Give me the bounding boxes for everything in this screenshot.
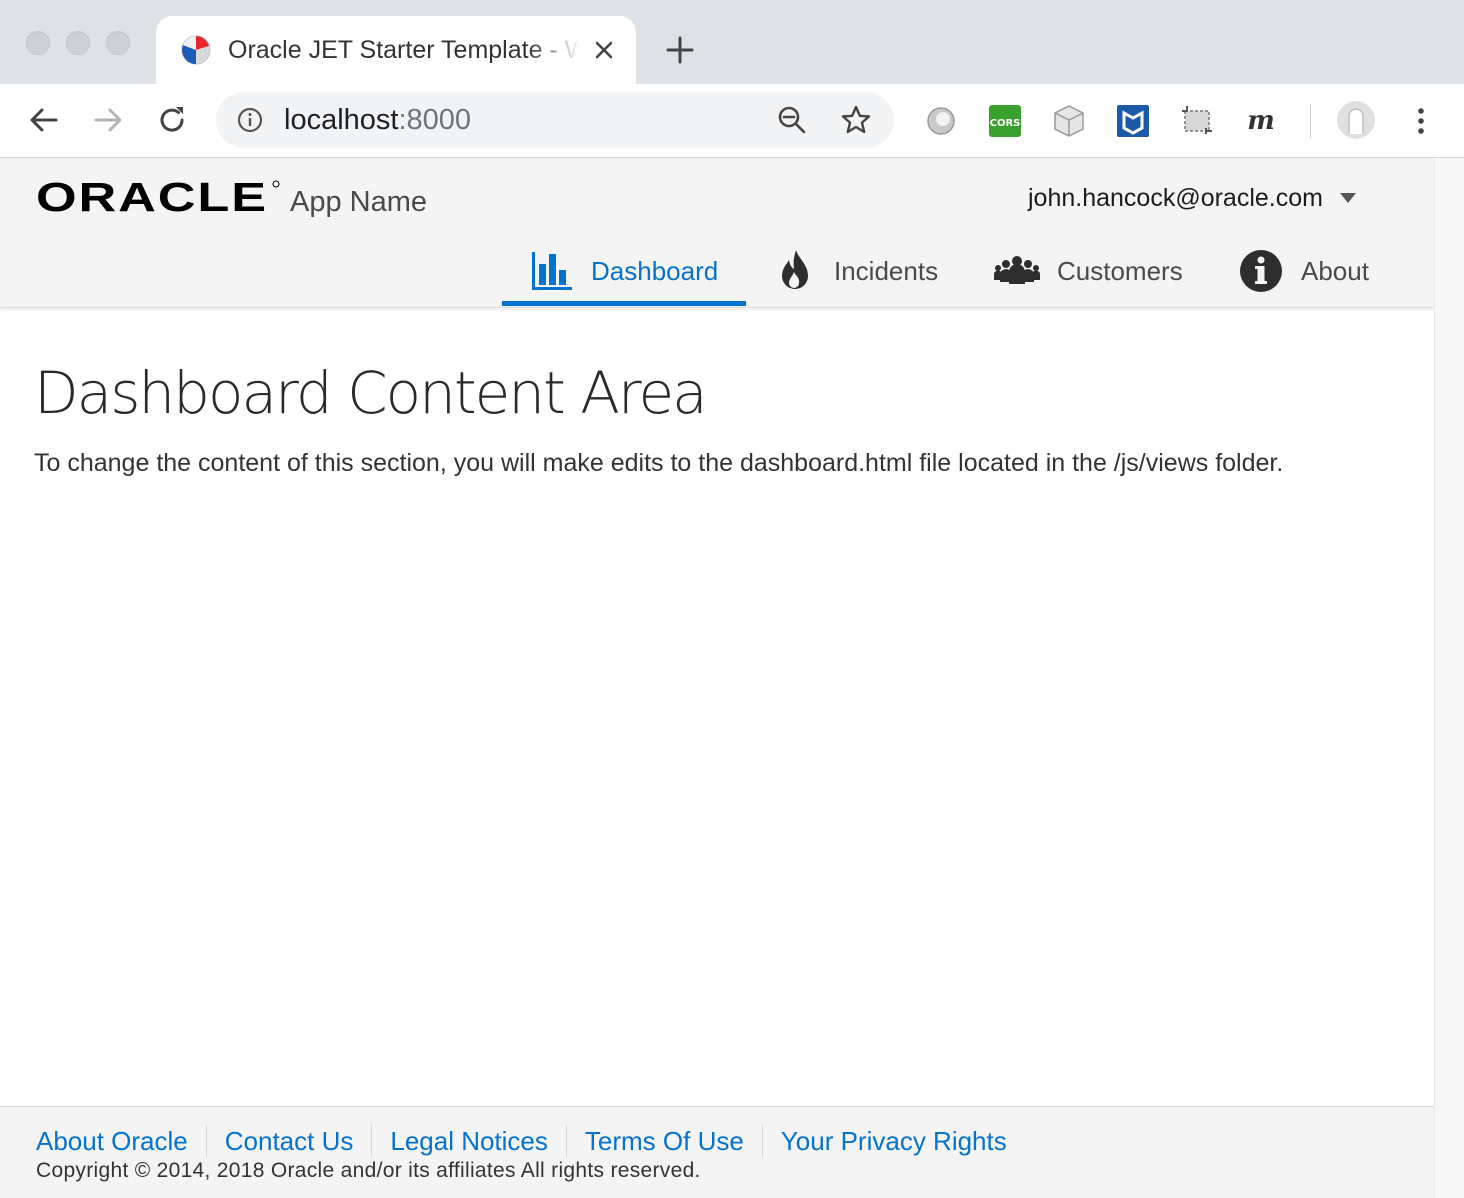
- footer-link-terms-of-use[interactable]: Terms Of Use: [565, 1125, 762, 1157]
- browser-tab-strip: Oracle JET Starter Template - Web Nav Ba…: [0, 0, 1464, 84]
- chevron-down-icon: [1339, 193, 1356, 203]
- app-header: ORACLE App Name john.hancock@oracle.com …: [0, 158, 1434, 308]
- content-area: Dashboard Content Area To change the con…: [34, 358, 1283, 480]
- tab-dashboard-label: Dashboard: [591, 256, 719, 286]
- tab-customers[interactable]: Customers: [994, 244, 1194, 306]
- footer: About Oracle Contact Us Legal Notices Te…: [0, 1106, 1434, 1198]
- window-minimize-button[interactable]: [66, 31, 90, 55]
- user-menu-button[interactable]: john.hancock@oracle.com: [1028, 180, 1357, 216]
- menu-dots-icon[interactable]: [1404, 104, 1438, 138]
- copyright-text: Copyright © 2014, 2018 Oracle and/or its…: [36, 1159, 701, 1182]
- address-bar[interactable]: localhost:8000: [216, 92, 894, 148]
- footer-link-legal-notices[interactable]: Legal Notices: [371, 1125, 566, 1157]
- oracle-jet-favicon-icon: [181, 35, 211, 65]
- info-icon: [1240, 250, 1282, 292]
- page-title: Dashboard Content Area: [34, 359, 708, 427]
- url-port: :8000: [398, 104, 472, 136]
- content-description: To change the content of this section, y…: [34, 449, 1284, 477]
- cube-extension-icon[interactable]: [1052, 104, 1086, 138]
- zoom-out-icon[interactable]: [776, 104, 808, 136]
- tab-customers-label: Customers: [1057, 256, 1183, 286]
- tab-about-label: About: [1301, 256, 1369, 286]
- m-extension-icon[interactable]: m: [1244, 104, 1278, 138]
- info-circle-icon[interactable]: [236, 106, 264, 134]
- browser-tab[interactable]: Oracle JET Starter Template - Web Nav Ba…: [156, 16, 636, 84]
- mcafee-extension-icon[interactable]: [1116, 104, 1150, 138]
- cors-extension-icon[interactable]: CORS: [988, 104, 1022, 138]
- window-zoom-button[interactable]: [106, 31, 130, 55]
- tab-incidents-label: Incidents: [834, 256, 939, 286]
- selected-tab-indicator: [502, 301, 746, 306]
- footer-links: About Oracle Contact Us Legal Notices Te…: [36, 1125, 1025, 1157]
- footer-link-about-oracle[interactable]: About Oracle: [36, 1125, 206, 1157]
- close-icon[interactable]: [590, 36, 618, 64]
- oracle-logo-text: ORACLE: [36, 178, 268, 220]
- reload-icon[interactable]: [154, 102, 190, 138]
- bookmark-star-icon[interactable]: [840, 104, 872, 136]
- tab-title: Oracle JET Starter Template - Web Nav Ba…: [228, 36, 580, 64]
- oracle-logo: ORACLE: [36, 178, 280, 220]
- plus-icon[interactable]: [664, 34, 696, 66]
- fire-icon: [782, 250, 808, 289]
- app-name: App Name: [290, 186, 428, 218]
- profile-avatar-icon[interactable]: [1336, 100, 1376, 140]
- people-icon: [994, 256, 1040, 284]
- screenshot-extension-icon[interactable]: [1180, 104, 1214, 138]
- forward-arrow-icon[interactable]: [90, 102, 126, 138]
- page-scrollbar[interactable]: [1434, 158, 1464, 1198]
- window-close-button[interactable]: [26, 31, 50, 55]
- cors-label: CORS: [990, 118, 1021, 129]
- tab-about[interactable]: About: [1238, 244, 1374, 306]
- tab-incidents[interactable]: Incidents: [772, 244, 952, 306]
- tab-dashboard[interactable]: Dashboard: [502, 244, 746, 306]
- url-text[interactable]: localhost:8000: [284, 104, 471, 136]
- m-extension-label: m: [1247, 106, 1275, 136]
- footer-link-privacy-rights[interactable]: Your Privacy Rights: [761, 1125, 1025, 1157]
- back-arrow-icon[interactable]: [26, 102, 62, 138]
- gray-circle-extension-icon[interactable]: [924, 104, 958, 138]
- footer-link-contact-us[interactable]: Contact Us: [205, 1125, 372, 1157]
- url-host: localhost: [284, 104, 399, 136]
- bar-chart-icon: [532, 252, 572, 290]
- browser-toolbar: localhost:8000 CORS m: [0, 84, 1464, 158]
- web-page: ORACLE App Name john.hancock@oracle.com …: [0, 158, 1434, 1198]
- user-email: john.hancock@oracle.com: [1028, 184, 1323, 212]
- toolbar-separator: [1310, 104, 1311, 138]
